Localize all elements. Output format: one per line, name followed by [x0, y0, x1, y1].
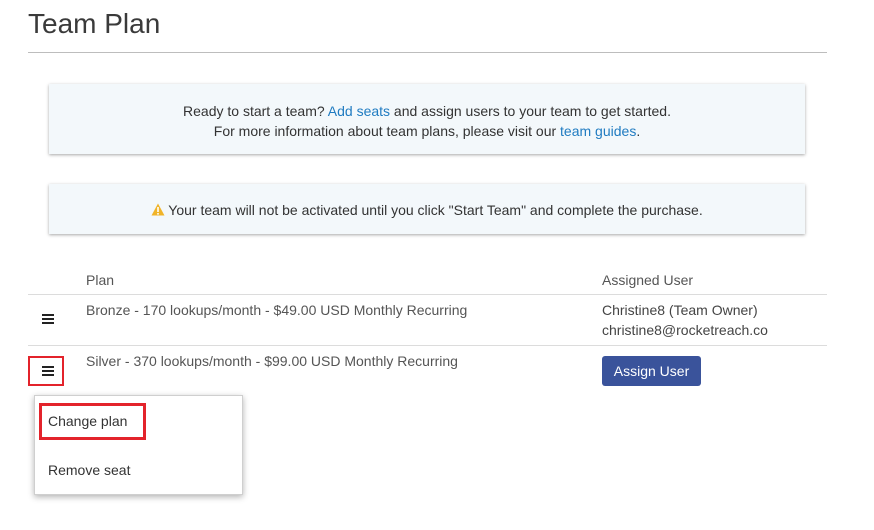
activation-warning-text: Your team will not be activated until yo… — [168, 202, 703, 218]
column-header-assigned-user: Assigned User — [602, 272, 694, 288]
table-row-divider — [28, 345, 827, 346]
title-divider — [28, 52, 827, 53]
table-row-plan: Silver - 370 lookups/month - $99.00 USD … — [86, 353, 458, 369]
start-team-notice-line2: For more information about team plans, p… — [213, 123, 641, 139]
assigned-user-email: christine8@rocketreach.co — [602, 322, 768, 338]
assign-user-button[interactable]: Assign User — [602, 356, 701, 386]
column-header-plan: Plan — [86, 272, 115, 288]
team-plan-page: Team Plan Ready to start a team? Add sea… — [0, 0, 874, 530]
menu-item-change-plan[interactable]: Change plan — [35, 404, 242, 438]
assigned-user-name: Christine8 (Team Owner) — [602, 302, 758, 318]
row-actions-menu: Change plan Remove seat — [34, 395, 243, 495]
start-team-notice: Ready to start a team? Add seats and ass… — [49, 84, 805, 154]
activation-warning-notice: Your team will not be activated until yo… — [49, 184, 805, 234]
team-guides-link[interactable]: team guides — [560, 123, 636, 139]
table-row-divider — [28, 294, 827, 295]
warning-triangle-icon — [151, 203, 165, 216]
row-menu-icon[interactable] — [42, 314, 54, 324]
row-menu-icon[interactable] — [42, 366, 54, 376]
table-row-plan: Bronze - 170 lookups/month - $49.00 USD … — [86, 302, 468, 318]
start-team-notice-line1: Ready to start a team? Add seats and ass… — [183, 103, 671, 119]
menu-item-remove-seat[interactable]: Remove seat — [35, 453, 242, 487]
page-title: Team Plan — [28, 8, 161, 39]
add-seats-link[interactable]: Add seats — [328, 103, 390, 119]
